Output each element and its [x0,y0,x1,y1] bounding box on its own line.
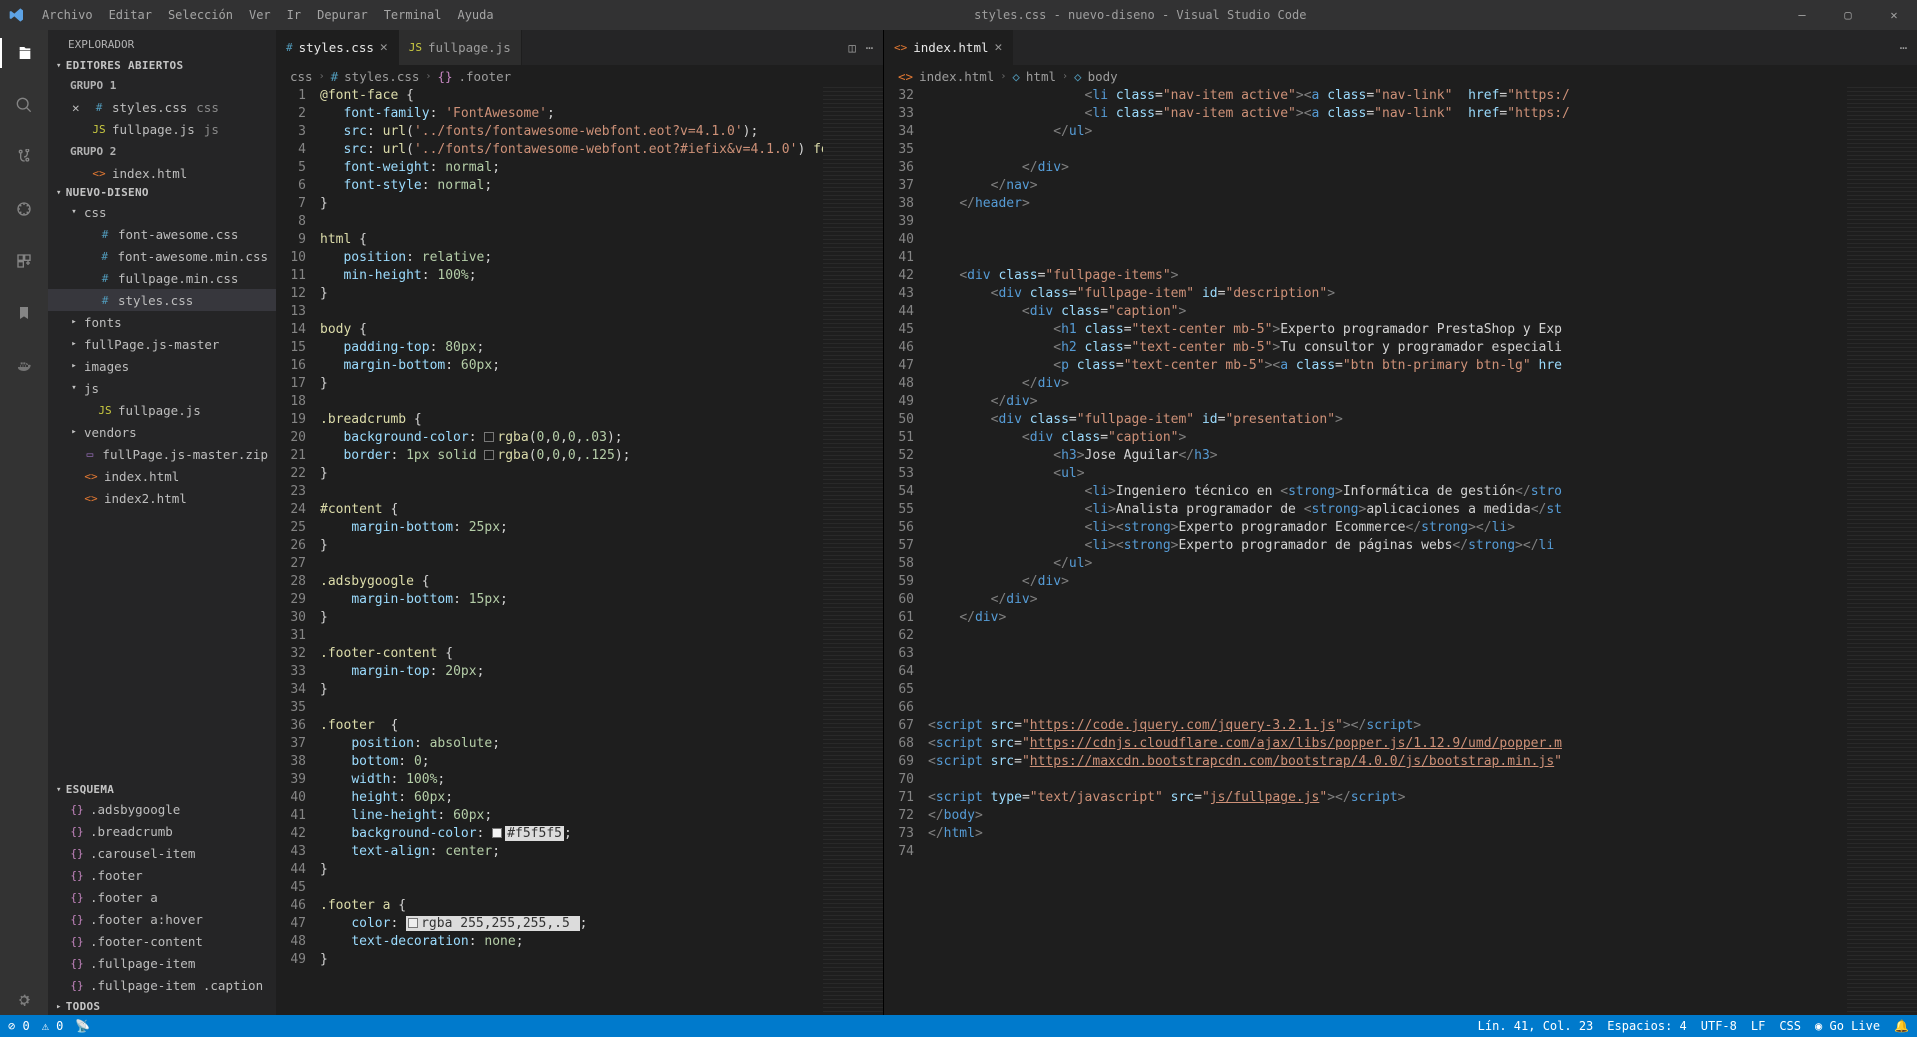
statusbar: ⊘ 0 ⚠ 0 📡 Lín. 41, Col. 23 Espacios: 4 U… [0,1015,1917,1037]
file-item[interactable]: JSfullpage.js [48,399,276,421]
outline-item[interactable]: {}.footer a:hover [48,908,276,930]
outline-item[interactable]: {}.footer a [48,886,276,908]
editor-right: <>index.html✕ ⋯ <>index.html› ◇html› ◇bo… [884,30,1917,1015]
debug-icon[interactable] [0,194,48,224]
status-encoding[interactable]: UTF-8 [1701,1019,1737,1033]
file-item[interactable]: ▭fullPage.js-master.zip [48,443,276,465]
settings-gear-icon[interactable] [0,985,48,1015]
status-line-col[interactable]: Lín. 41, Col. 23 [1478,1019,1594,1033]
menu-seleccion[interactable]: Selección [160,8,241,22]
file-tree: ▾css#font-awesome.css#font-awesome.min.c… [48,201,276,509]
close-icon[interactable]: ✕ [1871,8,1917,22]
code-area-left[interactable]: 1234567891011121314151617181920212223242… [276,87,883,1015]
minimap[interactable] [1847,87,1917,1015]
file-item[interactable]: #styles.css [48,289,276,311]
group-2-label: GRUPO 2 [48,140,276,162]
outline-header[interactable]: ▾ESQUEMA [48,781,276,798]
menu-depurar[interactable]: Depurar [309,8,376,22]
activity-bar [0,30,48,1015]
folder-item[interactable]: ▾css [48,201,276,223]
sidebar: EXPLORADOR ▾EDITORES ABIERTOS GRUPO 1 ✕#… [48,30,276,1015]
breadcrumb-right[interactable]: <>index.html› ◇html› ◇body [884,65,1917,87]
code-area-right[interactable]: 3233343536373839404142434445464748495051… [884,87,1917,1015]
outline-item[interactable]: {}.breadcrumb [48,820,276,842]
minimize-icon[interactable]: — [1779,8,1825,22]
close-icon[interactable]: ✕ [380,40,388,55]
project-header[interactable]: ▾NUEVO-DISENO [48,184,276,201]
vscode-icon [0,7,34,23]
docker-icon[interactable] [0,350,48,380]
sidebar-title: EXPLORADOR [48,30,276,57]
todos-header[interactable]: ▸TODOS [48,998,276,1015]
gutter: 1234567891011121314151617181920212223242… [276,87,320,1015]
close-icon[interactable]: ✕ [995,40,1003,55]
open-editor-item[interactable]: <>index.html [48,162,276,184]
status-warnings[interactable]: ⚠ 0 [42,1019,64,1033]
group-1-label: GRUPO 1 [48,74,276,96]
file-item[interactable]: <>index2.html [48,487,276,509]
open-editors-tree: GRUPO 1 ✕#styles.csscss JSfullpage.jsjs … [48,74,276,184]
outline-item[interactable]: {}.carousel-item [48,842,276,864]
outline-item[interactable]: {}.footer [48,864,276,886]
breadcrumb-left[interactable]: css› #styles.css› {}.footer [276,65,883,87]
outline-item[interactable]: {}.fullpage-item .caption [48,974,276,996]
folder-item[interactable]: ▸fonts [48,311,276,333]
titlebar: Archivo Editar Selección Ver Ir Depurar … [0,0,1917,30]
tab-index-html[interactable]: <>index.html✕ [884,30,1013,65]
source-control-icon[interactable] [0,142,48,172]
open-editors-header[interactable]: ▾EDITORES ABIERTOS [48,57,276,74]
gutter: 3233343536373839404142434445464748495051… [884,87,928,1015]
search-icon[interactable] [0,90,48,120]
status-broadcast-icon[interactable]: 📡 [75,1019,90,1033]
folder-item[interactable]: ▸vendors [48,421,276,443]
code-content[interactable]: <li class="nav-item active"><a class="na… [928,87,1847,1015]
file-item[interactable]: #font-awesome.min.css [48,245,276,267]
more-icon[interactable]: ⋯ [866,41,873,55]
tabbar-right: <>index.html✕ ⋯ [884,30,1917,65]
status-eol[interactable]: LF [1751,1019,1765,1033]
menu-terminal[interactable]: Terminal [376,8,450,22]
editor-left: #styles.css✕ JSfullpage.js ◫ ⋯ css› #styl… [276,30,884,1015]
open-editor-item[interactable]: ✕#styles.csscss [48,96,276,118]
editor-area: #styles.css✕ JSfullpage.js ◫ ⋯ css› #styl… [276,30,1917,1015]
menu-editar[interactable]: Editar [101,8,160,22]
tab-styles-css[interactable]: #styles.css✕ [276,30,399,65]
outline-item[interactable]: {}.footer-content [48,930,276,952]
menu-ir[interactable]: Ir [279,8,309,22]
bookmarks-icon[interactable] [0,298,48,328]
folder-item[interactable]: ▾js [48,377,276,399]
outline-item[interactable]: {}.fullpage-item [48,952,276,974]
status-spaces[interactable]: Espacios: 4 [1607,1019,1686,1033]
file-item[interactable]: #font-awesome.css [48,223,276,245]
folder-item[interactable]: ▸images [48,355,276,377]
status-errors[interactable]: ⊘ 0 [8,1019,30,1033]
minimap[interactable] [823,87,883,1015]
menu-bar: Archivo Editar Selección Ver Ir Depurar … [34,8,502,22]
menu-ayuda[interactable]: Ayuda [449,8,501,22]
status-language[interactable]: CSS [1779,1019,1801,1033]
tabbar-left: #styles.css✕ JSfullpage.js ◫ ⋯ [276,30,883,65]
window-title: styles.css - nuevo-diseno - Visual Studi… [502,8,1779,22]
window-controls: — ▢ ✕ [1779,8,1917,22]
outline-item[interactable]: {}.adsbygoogle [48,798,276,820]
status-bell-icon[interactable]: 🔔 [1894,1019,1909,1033]
menu-ver[interactable]: Ver [241,8,279,22]
code-content[interactable]: @font-face { font-family: 'FontAwesome';… [320,87,823,1015]
split-editor-icon[interactable]: ◫ [849,41,856,55]
extensions-icon[interactable] [0,246,48,276]
more-icon[interactable]: ⋯ [1900,41,1907,55]
file-item[interactable]: #fullpage.min.css [48,267,276,289]
status-go-live[interactable]: ◉ Go Live [1815,1019,1880,1033]
file-item[interactable]: <>index.html [48,465,276,487]
outline-tree: {}.adsbygoogle{}.breadcrumb{}.carousel-i… [48,798,276,998]
open-editor-item[interactable]: JSfullpage.jsjs [48,118,276,140]
explorer-icon[interactable] [0,38,48,68]
close-icon[interactable]: ✕ [72,100,86,115]
tab-fullpage-js[interactable]: JSfullpage.js [399,30,522,65]
maximize-icon[interactable]: ▢ [1825,8,1871,22]
folder-item[interactable]: ▸fullPage.js-master [48,333,276,355]
menu-archivo[interactable]: Archivo [34,8,101,22]
